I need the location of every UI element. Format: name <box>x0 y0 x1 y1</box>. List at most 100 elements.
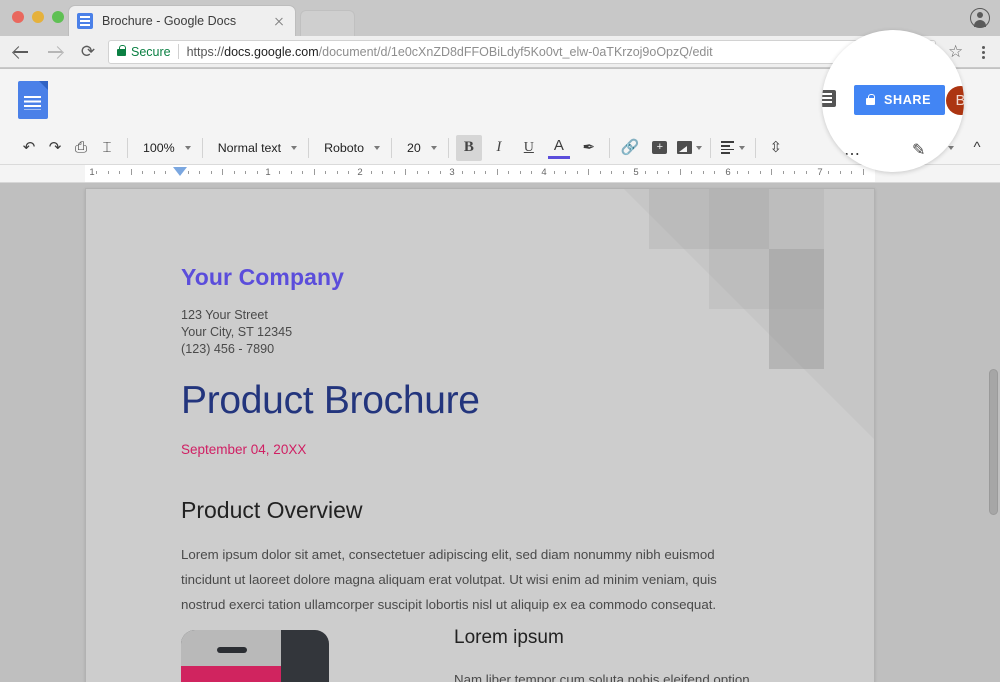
document-page[interactable]: Your Company 123 Your Street Your City, … <box>85 188 875 682</box>
profile-icon[interactable] <box>970 8 990 28</box>
ruler-tick <box>256 171 258 174</box>
ruler-tick <box>313 169 315 175</box>
ruler-marks: 1 1 2 3 4 5 6 7 <box>0 165 1000 182</box>
undo-button[interactable]: ↶ <box>16 135 42 161</box>
ruler-number: 5 <box>633 167 639 178</box>
tab-title: Brochure - Google Docs <box>102 14 237 28</box>
document-ruler[interactable]: 1 1 2 3 4 5 6 7 <box>0 165 1000 183</box>
maximize-window-button[interactable] <box>52 11 64 23</box>
chrome-tab-strip: Brochure - Google Docs <box>0 0 1000 36</box>
ruler-tick <box>508 171 510 174</box>
decorative-square <box>649 189 709 249</box>
security-label: Secure <box>131 44 171 59</box>
highlight-color-button[interactable]: ✒ <box>576 135 602 161</box>
more-dots-icon[interactable]: ⋯ <box>844 144 861 164</box>
decorative-square <box>709 189 769 249</box>
print-icon: ⎙ <box>74 139 87 156</box>
smartphone-illustration <box>181 630 329 682</box>
share-button-highlighted[interactable]: SHARE <box>854 85 946 115</box>
align-button[interactable] <box>718 135 748 161</box>
ruler-number: 1 <box>89 167 95 178</box>
font-size-dropdown[interactable]: 20 <box>399 135 441 161</box>
add-comment-button[interactable]: + <box>647 135 673 161</box>
toolbar-divider <box>709 137 711 158</box>
ruler-tick <box>691 171 693 174</box>
ruler-tick <box>839 171 841 174</box>
chevron-down-icon <box>291 145 298 150</box>
ruler-tick <box>393 171 395 174</box>
new-tab-button[interactable] <box>300 10 355 36</box>
column-paragraph: Nam liber tempor cum soluta nobis eleife… <box>454 672 750 682</box>
line-spacing-button[interactable]: ⇳ <box>763 135 789 161</box>
vertical-scrollbar[interactable] <box>989 369 998 515</box>
browser-tab[interactable]: Brochure - Google Docs <box>68 5 296 36</box>
zoom-value: 100% <box>143 140 175 155</box>
italic-button[interactable]: I <box>486 135 512 161</box>
ruler-tick <box>851 171 853 174</box>
font-size-value: 20 <box>407 140 421 155</box>
ruler-tick <box>782 171 784 174</box>
minimize-window-button[interactable] <box>32 11 44 23</box>
paint-format-icon: ⌶ <box>102 139 112 156</box>
collapse-toolbar-button[interactable]: ^ <box>964 135 990 161</box>
back-button[interactable] <box>6 38 34 66</box>
chrome-menu-icon[interactable] <box>972 38 994 66</box>
docs-favicon-icon <box>77 13 93 29</box>
ruler-tick <box>370 171 372 174</box>
ruler-tick <box>702 171 704 174</box>
url-host: docs.google.com <box>224 44 319 59</box>
paragraph-style-dropdown[interactable]: Normal text <box>210 135 301 161</box>
ruler-tick <box>222 169 224 175</box>
text-color-button[interactable]: A <box>546 135 572 161</box>
ruler-tick <box>714 171 716 174</box>
ruler-tick <box>245 171 247 174</box>
decorative-pattern <box>624 189 874 439</box>
address-line-1: 123 Your Street <box>181 308 268 322</box>
chevron-down-icon <box>184 145 191 150</box>
ruler-tick <box>336 171 338 174</box>
pencil-icon[interactable]: ✎ <box>912 140 925 160</box>
ruler-tick <box>656 171 658 174</box>
ruler-tick <box>325 171 327 174</box>
ruler-tick <box>187 171 189 174</box>
ruler-tick <box>588 169 590 175</box>
paint-format-button[interactable]: ⌶ <box>94 135 120 161</box>
underline-button[interactable]: U <box>516 135 542 161</box>
left-indent-marker[interactable] <box>173 167 187 176</box>
decorative-square <box>769 309 824 369</box>
redo-icon: ↷ <box>48 139 62 156</box>
ruler-tick <box>668 171 670 174</box>
ruler-number: 6 <box>725 167 731 178</box>
url-path: /document/d/1e0cXnZD8dFFOBiLdyf5Ko0vt_el… <box>318 44 713 59</box>
zoom-dropdown[interactable]: 100% <box>135 135 195 161</box>
redo-button[interactable]: ↷ <box>42 135 68 161</box>
ruler-tick <box>645 171 647 174</box>
style-value: Normal text <box>217 140 282 155</box>
ruler-tick <box>279 171 281 174</box>
phone-screen <box>181 630 281 682</box>
user-avatar[interactable]: B <box>946 86 964 115</box>
share-button-label: SHARE <box>884 93 932 107</box>
document-canvas[interactable]: Your Company 123 Your Street Your City, … <box>0 183 1000 682</box>
ruler-tick <box>153 171 155 174</box>
print-button[interactable]: ⎙ <box>68 135 94 161</box>
bold-button[interactable]: B <box>455 134 482 161</box>
comment-plus-icon: + <box>652 141 668 154</box>
font-dropdown[interactable]: Roboto <box>316 135 384 161</box>
forward-button[interactable] <box>40 38 68 66</box>
close-window-button[interactable] <box>12 11 24 23</box>
ruler-tick <box>233 171 235 174</box>
reload-icon[interactable]: ⟳ <box>74 38 102 66</box>
comment-bubble-icon[interactable] <box>822 90 836 107</box>
toolbar-divider <box>391 137 393 158</box>
document-main-title: Product Brochure <box>181 379 480 422</box>
spotlight-content: SHARE B ⋯ ✎ <box>822 30 964 172</box>
undo-icon: ↶ <box>22 139 36 156</box>
insert-image-button[interactable] <box>677 135 703 161</box>
decorative-square <box>769 189 824 249</box>
lock-icon <box>866 93 875 105</box>
close-icon[interactable] <box>271 13 287 29</box>
browser-window: Brochure - Google Docs ⟳ Secure https://… <box>0 0 1000 682</box>
address-bar[interactable]: Secure https://docs.google.com/document/… <box>108 39 936 64</box>
insert-link-button[interactable]: 🔗 <box>617 135 643 161</box>
